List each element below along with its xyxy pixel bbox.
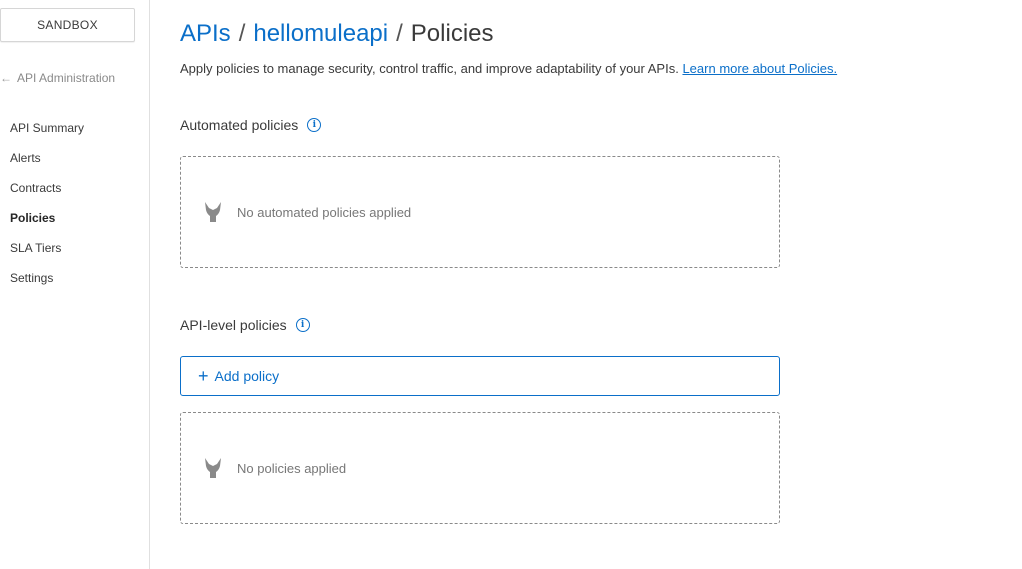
- info-icon[interactable]: i: [295, 318, 310, 332]
- breadcrumb-separator: /: [238, 20, 246, 47]
- plus-icon: +: [198, 366, 209, 386]
- info-icon[interactable]: i: [307, 118, 322, 132]
- automated-policies-title: Automated policies: [180, 117, 299, 133]
- automated-policies-empty-state: No automated policies applied: [180, 156, 780, 268]
- breadcrumb: APIs / hellomuleapi / Policies: [180, 20, 494, 48]
- page-description: Apply policies to manage security, contr…: [180, 61, 980, 76]
- sidebar-item-sla-tiers[interactable]: SLA Tiers: [10, 241, 84, 271]
- environment-label: SANDBOX: [37, 18, 98, 32]
- breadcrumb-api-link[interactable]: hellomuleapi: [253, 20, 388, 47]
- environment-button[interactable]: SANDBOX: [0, 8, 135, 42]
- mule-icon: [205, 458, 221, 478]
- add-policy-button[interactable]: + Add policy: [180, 356, 780, 396]
- api-level-policies-heading: API-level policies i: [180, 317, 310, 333]
- automated-policies-heading: Automated policies i: [180, 117, 322, 133]
- sidebar: SANDBOX ← API Administration API Summary…: [0, 0, 150, 569]
- breadcrumb-current: Policies: [410, 20, 494, 47]
- api-level-empty-text: No policies applied: [237, 460, 347, 476]
- breadcrumb-apis-link[interactable]: APIs: [180, 20, 231, 47]
- sidebar-item-contracts[interactable]: Contracts: [10, 181, 84, 211]
- sidebar-item-policies[interactable]: Policies: [10, 211, 84, 241]
- back-link-label: API Administration: [17, 71, 116, 85]
- learn-more-link[interactable]: Learn more about Policies.: [682, 61, 837, 76]
- breadcrumb-separator: /: [396, 20, 403, 47]
- sidebar-item-settings[interactable]: Settings: [10, 271, 84, 301]
- description-text: Apply policies to manage security, contr…: [180, 61, 679, 76]
- api-level-policies-empty-state: No policies applied: [180, 412, 780, 524]
- sidebar-item-api-summary[interactable]: API Summary: [10, 121, 84, 151]
- app: SANDBOX ← API Administration API Summary…: [0, 0, 1022, 569]
- api-level-policies-title: API-level policies: [180, 317, 287, 333]
- sidebar-item-alerts[interactable]: Alerts: [10, 151, 84, 181]
- back-to-api-administration-link[interactable]: ← API Administration: [0, 70, 115, 86]
- mule-icon: [205, 202, 221, 222]
- arrow-left-icon: ←: [0, 71, 12, 85]
- sidebar-nav: API Summary Alerts Contracts Policies SL…: [10, 121, 84, 301]
- add-policy-label: Add policy: [214, 368, 280, 384]
- automated-empty-text: No automated policies applied: [237, 204, 412, 220]
